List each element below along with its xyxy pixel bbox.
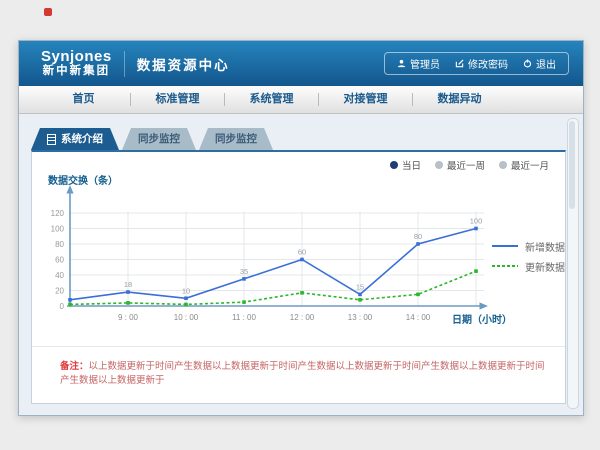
chart-panel: 当日 最近一周 最近一月 数据交换（条） 0204060801001209 : … — [31, 150, 566, 404]
radio-label: 当日 — [402, 158, 421, 172]
nav-item-system[interactable]: 系统管理 — [225, 86, 318, 113]
tab-label: 系统介绍 — [61, 128, 103, 150]
svg-text:100: 100 — [470, 217, 483, 226]
logo-wordmark: Synjones — [41, 49, 112, 66]
legend-label: 新增数据 — [525, 239, 565, 254]
legend-label: 更新数据 — [525, 259, 565, 274]
svg-text:10: 10 — [182, 286, 190, 295]
change-password-button[interactable]: 修改密码 — [455, 56, 508, 71]
scrollbar-thumb[interactable] — [569, 121, 575, 209]
radio-option-today[interactable]: 当日 — [390, 158, 421, 172]
vertical-scrollbar[interactable] — [567, 118, 579, 409]
svg-text:35: 35 — [240, 267, 248, 276]
time-range-filter: 当日 最近一周 最近一月 — [390, 158, 549, 172]
tab-sync-monitor-2[interactable]: 同步监控 — [199, 128, 273, 150]
user-menu: 管理员 修改密码 退出 — [384, 52, 569, 75]
user-menu-label: 修改密码 — [468, 56, 508, 71]
svg-text:100: 100 — [51, 225, 65, 234]
nav-item-home[interactable]: 首页 — [37, 86, 130, 113]
admin-user-button[interactable]: 管理员 — [397, 56, 440, 71]
document-icon — [47, 134, 56, 145]
page-title: 数据资源中心 — [137, 54, 230, 74]
tab-system-intro[interactable]: 系统介绍 — [31, 128, 119, 150]
legend-item-updated-data[interactable]: 更新数据 — [492, 256, 565, 276]
radio-label: 最近一周 — [447, 158, 485, 172]
nav-item-standards[interactable]: 标准管理 — [131, 86, 224, 113]
svg-text:60: 60 — [55, 256, 64, 265]
svg-text:20: 20 — [55, 287, 64, 296]
svg-text:11 : 00: 11 : 00 — [232, 313, 256, 322]
radio-option-last-month[interactable]: 最近一月 — [499, 158, 549, 172]
svg-text:60: 60 — [298, 248, 306, 257]
app-header: Synjones 新中新集团 数据资源中心 管理员 修改密码 — [19, 41, 583, 86]
logo-company-name: 新中新集团 — [43, 65, 111, 78]
svg-text:12 : 00: 12 : 00 — [290, 313, 315, 322]
svg-text:18: 18 — [124, 280, 132, 289]
main-nav: 首页 标准管理 系统管理 对接管理 数据异动 — [19, 86, 583, 114]
radio-dot — [390, 161, 398, 169]
nav-item-interface[interactable]: 对接管理 — [319, 86, 412, 113]
svg-text:120: 120 — [51, 209, 65, 218]
tab-bar: 系统介绍 同步监控 同步监控 — [31, 128, 273, 150]
svg-text:14 : 00: 14 : 00 — [406, 313, 431, 322]
content-area: 系统介绍 同步监控 同步监控 当日 最近一周 — [19, 114, 583, 415]
header-divider — [124, 51, 125, 77]
svg-text:40: 40 — [55, 271, 64, 280]
legend-item-new-data[interactable]: 新增数据 — [492, 236, 565, 256]
app-window: Synjones 新中新集团 数据资源中心 管理员 修改密码 — [18, 40, 584, 416]
user-menu-label: 退出 — [536, 56, 556, 71]
svg-text:13 : 00: 13 : 00 — [348, 313, 373, 322]
svg-text:80: 80 — [55, 240, 64, 249]
footnote-label: 备注： — [60, 361, 89, 372]
page-favicon-mark — [44, 8, 52, 16]
edit-icon — [455, 59, 464, 68]
user-menu-label: 管理员 — [410, 56, 440, 71]
legend-line-dashed — [492, 265, 518, 267]
radio-label: 最近一月 — [511, 158, 549, 172]
svg-text:日期（小时）: 日期（小时） — [452, 313, 512, 326]
svg-text:80: 80 — [414, 232, 422, 241]
company-logo: Synjones 新中新集团 — [41, 49, 112, 78]
svg-text:9 : 00: 9 : 00 — [118, 313, 139, 322]
radio-dot — [499, 161, 507, 169]
svg-text:15: 15 — [356, 282, 364, 291]
footnote: 备注：以上数据更新于时间产生数据以上数据更新于时间产生数据以上数据更新于时间产生… — [32, 346, 565, 386]
footnote-text: 以上数据更新于时间产生数据以上数据更新于时间产生数据以上数据更新于时间产生数据以… — [60, 361, 545, 386]
svg-text:0: 0 — [60, 302, 65, 311]
line-chart-svg: 0 20 40 60 80 100 120 9 : 00 10 : 00 11 : 00 12 : … — [34, 174, 569, 332]
user-icon — [397, 59, 406, 68]
radio-option-last-week[interactable]: 最近一周 — [435, 158, 485, 172]
nav-item-data-change[interactable]: 数据异动 — [413, 86, 506, 113]
chart-legend: 新增数据 更新数据 — [492, 236, 565, 276]
svg-text:10 : 00: 10 : 00 — [174, 313, 199, 322]
logout-button[interactable]: 退出 — [523, 56, 556, 71]
tab-sync-monitor-1[interactable]: 同步监控 — [122, 128, 196, 150]
radio-dot — [435, 161, 443, 169]
power-icon — [523, 59, 532, 68]
legend-line-solid — [492, 245, 518, 247]
